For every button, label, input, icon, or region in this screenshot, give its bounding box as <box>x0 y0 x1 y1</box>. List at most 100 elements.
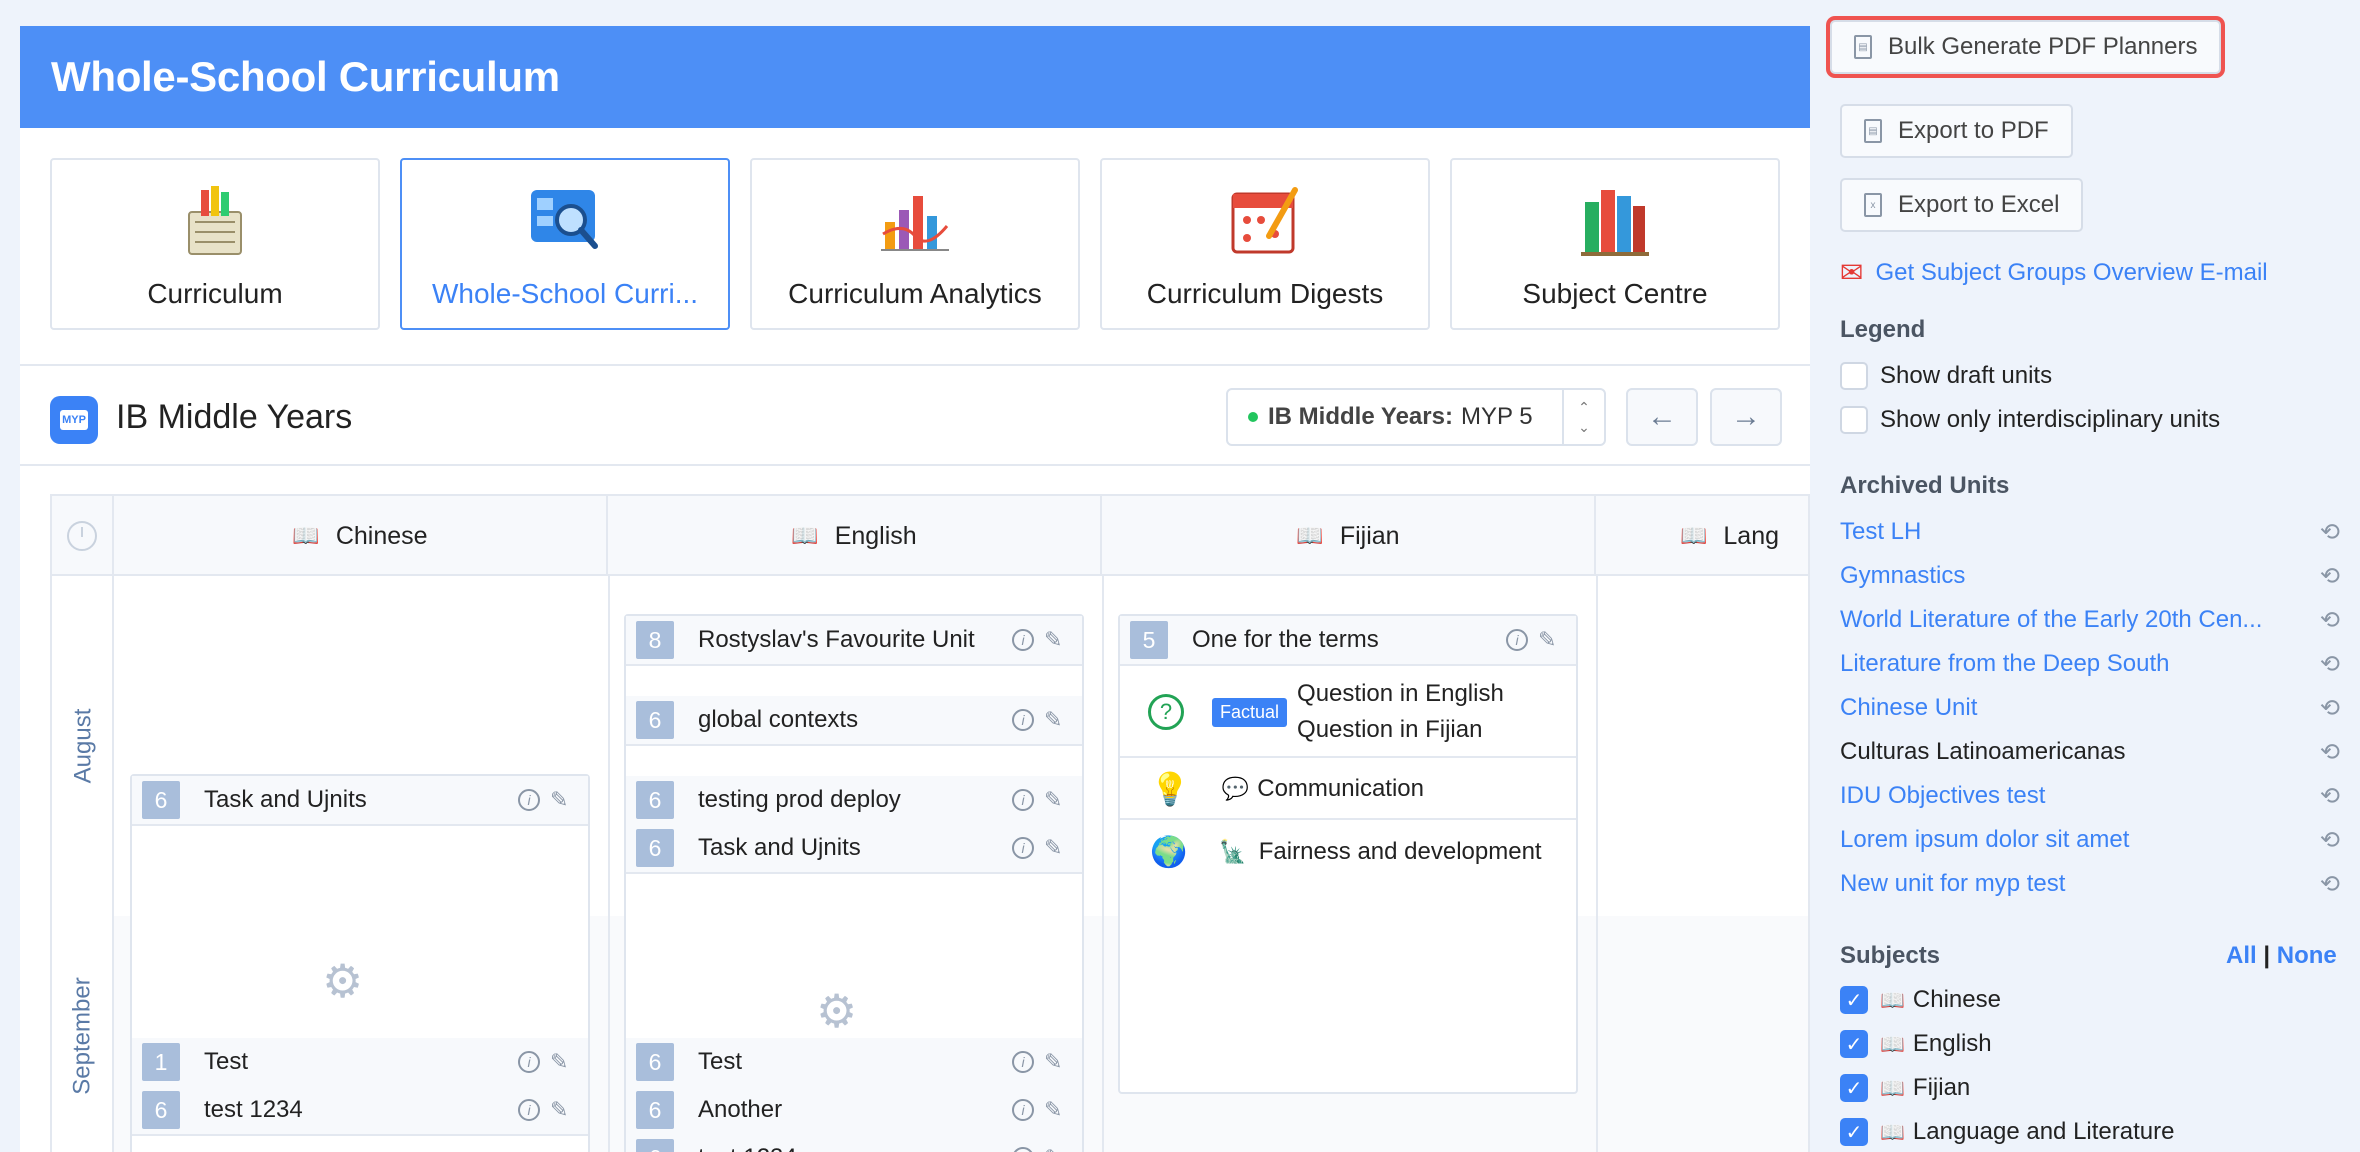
restore-icon[interactable]: ⟲ <box>2320 562 2340 591</box>
select-spinner-icon[interactable]: ⌃ ⌄ <box>1562 390 1604 444</box>
archived-unit[interactable]: IDU Objectives test ⟲ <box>1840 782 2340 810</box>
edit-icon[interactable]: ✎ <box>1538 627 1560 653</box>
tile-curriculum[interactable]: Curriculum <box>50 158 380 330</box>
unit-row[interactable]: 6 Task and Ujnits i ✎ <box>132 776 588 826</box>
year-select-label: IB Middle Years: <box>1268 403 1453 430</box>
unit-title[interactable]: testing prod deploy <box>698 786 1012 814</box>
unit-row[interactable]: 6 test 1234 i ✎ <box>132 1086 588 1136</box>
select-all-link[interactable]: All <box>2226 942 2257 969</box>
archived-unit[interactable]: World Literature of the Early 20th Cen..… <box>1840 606 2340 634</box>
unit-row[interactable]: 6 global contexts i ✎ <box>626 696 1082 746</box>
column-header-english[interactable]: 📖 English <box>608 496 1102 576</box>
unit-row[interactable]: 6 Another i ✎ <box>626 1086 1082 1136</box>
restore-icon[interactable]: ⟲ <box>2320 650 2340 679</box>
info-icon[interactable]: i <box>1012 1147 1034 1152</box>
restore-icon[interactable]: ⟲ <box>2320 870 2340 899</box>
tile-curriculum-analytics[interactable]: Curriculum Analytics <box>750 158 1080 330</box>
tile-whole-school[interactable]: Whole-School Curri... <box>400 158 730 330</box>
bulk-generate-pdf-button[interactable]: ▤ Bulk Generate PDF Planners <box>1830 20 2222 74</box>
restore-icon[interactable]: ⟲ <box>2320 518 2340 547</box>
restore-icon[interactable]: ⟲ <box>2320 694 2340 723</box>
unit-row[interactable]: 6 testing prod deploy i ✎ <box>626 776 1082 826</box>
unit-card[interactable]: 6 Task and Ujnits i ✎ ⚙ 1 Test i ✎ 6 tes… <box>130 774 590 1152</box>
edit-icon[interactable]: ✎ <box>1044 707 1066 733</box>
info-icon[interactable]: i <box>1012 837 1034 859</box>
export-excel-button[interactable]: x Export to Excel <box>1840 178 2084 232</box>
edit-icon[interactable]: ✎ <box>550 787 572 813</box>
checkbox[interactable] <box>1840 406 1868 434</box>
edit-icon[interactable]: ✎ <box>1044 627 1066 653</box>
archived-unit[interactable]: Test LH ⟲ <box>1840 518 2340 546</box>
previous-button[interactable]: ← <box>1626 388 1698 446</box>
info-icon[interactable]: i <box>1012 709 1034 731</box>
subject-checkbox-chinese[interactable]: ✓ 📖 Chinese <box>1840 986 2001 1014</box>
unit-title[interactable]: Rostyslav's Favourite Unit <box>698 626 1012 654</box>
restore-icon[interactable]: ⟲ <box>2320 826 2340 855</box>
unit-title[interactable]: Task and Ujnits <box>204 786 518 814</box>
info-icon[interactable]: i <box>518 1099 540 1121</box>
unit-row[interactable]: 8 Rostyslav's Favourite Unit i ✎ <box>626 616 1082 666</box>
edit-icon[interactable]: ✎ <box>1044 787 1066 813</box>
checkbox[interactable] <box>1840 362 1868 390</box>
info-icon[interactable]: i <box>1506 629 1528 651</box>
edit-icon[interactable]: ✎ <box>1044 1145 1066 1152</box>
show-draft-units-checkbox[interactable]: Show draft units <box>1840 362 2052 390</box>
unit-title[interactable]: test 1234 <box>698 1144 1012 1152</box>
unit-row[interactable]: 6 Test i ✎ <box>626 1038 1082 1088</box>
restore-icon[interactable]: ⟲ <box>2320 782 2340 811</box>
archived-unit[interactable]: Chinese Unit ⟲ <box>1840 694 2340 722</box>
column-header-fijian[interactable]: 📖 Fijian <box>1102 496 1596 576</box>
archived-unit[interactable]: Lorem ipsum dolor sit amet ⟲ <box>1840 826 2340 854</box>
checkbox-checked-icon[interactable]: ✓ <box>1840 986 1868 1014</box>
info-icon[interactable]: i <box>518 1051 540 1073</box>
info-icon[interactable]: i <box>518 789 540 811</box>
unit-title[interactable]: Another <box>698 1096 1012 1124</box>
edit-icon[interactable]: ✎ <box>550 1097 572 1123</box>
restore-icon[interactable]: ⟲ <box>2320 606 2340 635</box>
checkbox-checked-icon[interactable]: ✓ <box>1840 1030 1868 1058</box>
subjects-heading: Subjects <box>1840 942 1941 969</box>
checkbox-checked-icon[interactable]: ✓ <box>1840 1118 1868 1146</box>
next-button[interactable]: → <box>1710 388 1782 446</box>
edit-icon[interactable]: ✎ <box>1044 1049 1066 1075</box>
column-header-chinese[interactable]: 📖 Chinese <box>114 496 608 576</box>
unit-title[interactable]: test 1234 <box>204 1096 518 1124</box>
subject-checkbox-english[interactable]: ✓ 📖 English <box>1840 1030 1992 1058</box>
archived-unit[interactable]: Literature from the Deep South ⟲ <box>1840 650 2340 678</box>
info-icon[interactable]: i <box>1012 629 1034 651</box>
show-interdisciplinary-checkbox[interactable]: Show only interdisciplinary units <box>1840 406 2220 434</box>
unit-title[interactable]: global contexts <box>698 706 1012 734</box>
unit-number: 6 <box>142 781 180 819</box>
unit-row[interactable]: 5 One for the terms i ✎ <box>1120 616 1576 666</box>
year-select[interactable]: IB Middle Years: MYP 5 ⌃ ⌄ <box>1226 388 1606 446</box>
select-none-link[interactable]: None <box>2277 942 2337 969</box>
unit-card[interactable]: 8 Rostyslav's Favourite Unit i ✎ 6 globa… <box>624 614 1084 1152</box>
book-icon: 📖 <box>1880 1033 1905 1056</box>
archived-unit[interactable]: Gymnastics ⟲ <box>1840 562 2340 590</box>
edit-icon[interactable]: ✎ <box>1044 1097 1066 1123</box>
unit-row[interactable]: 6 Task and Ujnits i ✎ <box>626 824 1082 874</box>
unit-title[interactable]: Test <box>698 1048 1012 1076</box>
restore-icon[interactable]: ⟲ <box>2320 738 2340 767</box>
column-header-language[interactable]: 📖 Lang <box>1596 496 1808 576</box>
unit-title[interactable]: Task and Ujnits <box>698 834 1012 862</box>
tile-curriculum-digests[interactable]: Curriculum Digests <box>1100 158 1430 330</box>
info-icon[interactable]: i <box>1012 789 1034 811</box>
unit-row[interactable]: 6 test 1234 i ✎ <box>626 1134 1082 1152</box>
unit-title[interactable]: Test <box>204 1048 518 1076</box>
export-pdf-button[interactable]: ▤ Export to PDF <box>1840 104 2073 158</box>
archived-unit[interactable]: New unit for myp test ⟲ <box>1840 870 2340 898</box>
info-icon[interactable]: i <box>1012 1099 1034 1121</box>
unit-title[interactable]: One for the terms <box>1192 626 1506 654</box>
subject-checkbox-language-literature[interactable]: ✓ 📖 Language and Literature <box>1840 1118 2174 1146</box>
unit-row[interactable]: 1 Test i ✎ <box>132 1038 588 1088</box>
subject-groups-email-link[interactable]: ✉ Get Subject Groups Overview E-mail <box>1840 256 2268 289</box>
tile-subject-centre[interactable]: Subject Centre <box>1450 158 1780 330</box>
subject-checkbox-fijian[interactable]: ✓ 📖 Fijian <box>1840 1074 1970 1102</box>
info-icon[interactable]: i <box>1012 1051 1034 1073</box>
edit-icon[interactable]: ✎ <box>550 1049 572 1075</box>
edit-icon[interactable]: ✎ <box>1044 835 1066 861</box>
checkbox-checked-icon[interactable]: ✓ <box>1840 1074 1868 1102</box>
unit-card[interactable]: 5 One for the terms i ✎ ? Factual Questi… <box>1118 614 1578 1094</box>
archived-unit[interactable]: Culturas Latinoamericanas ⟲ <box>1840 738 2340 766</box>
